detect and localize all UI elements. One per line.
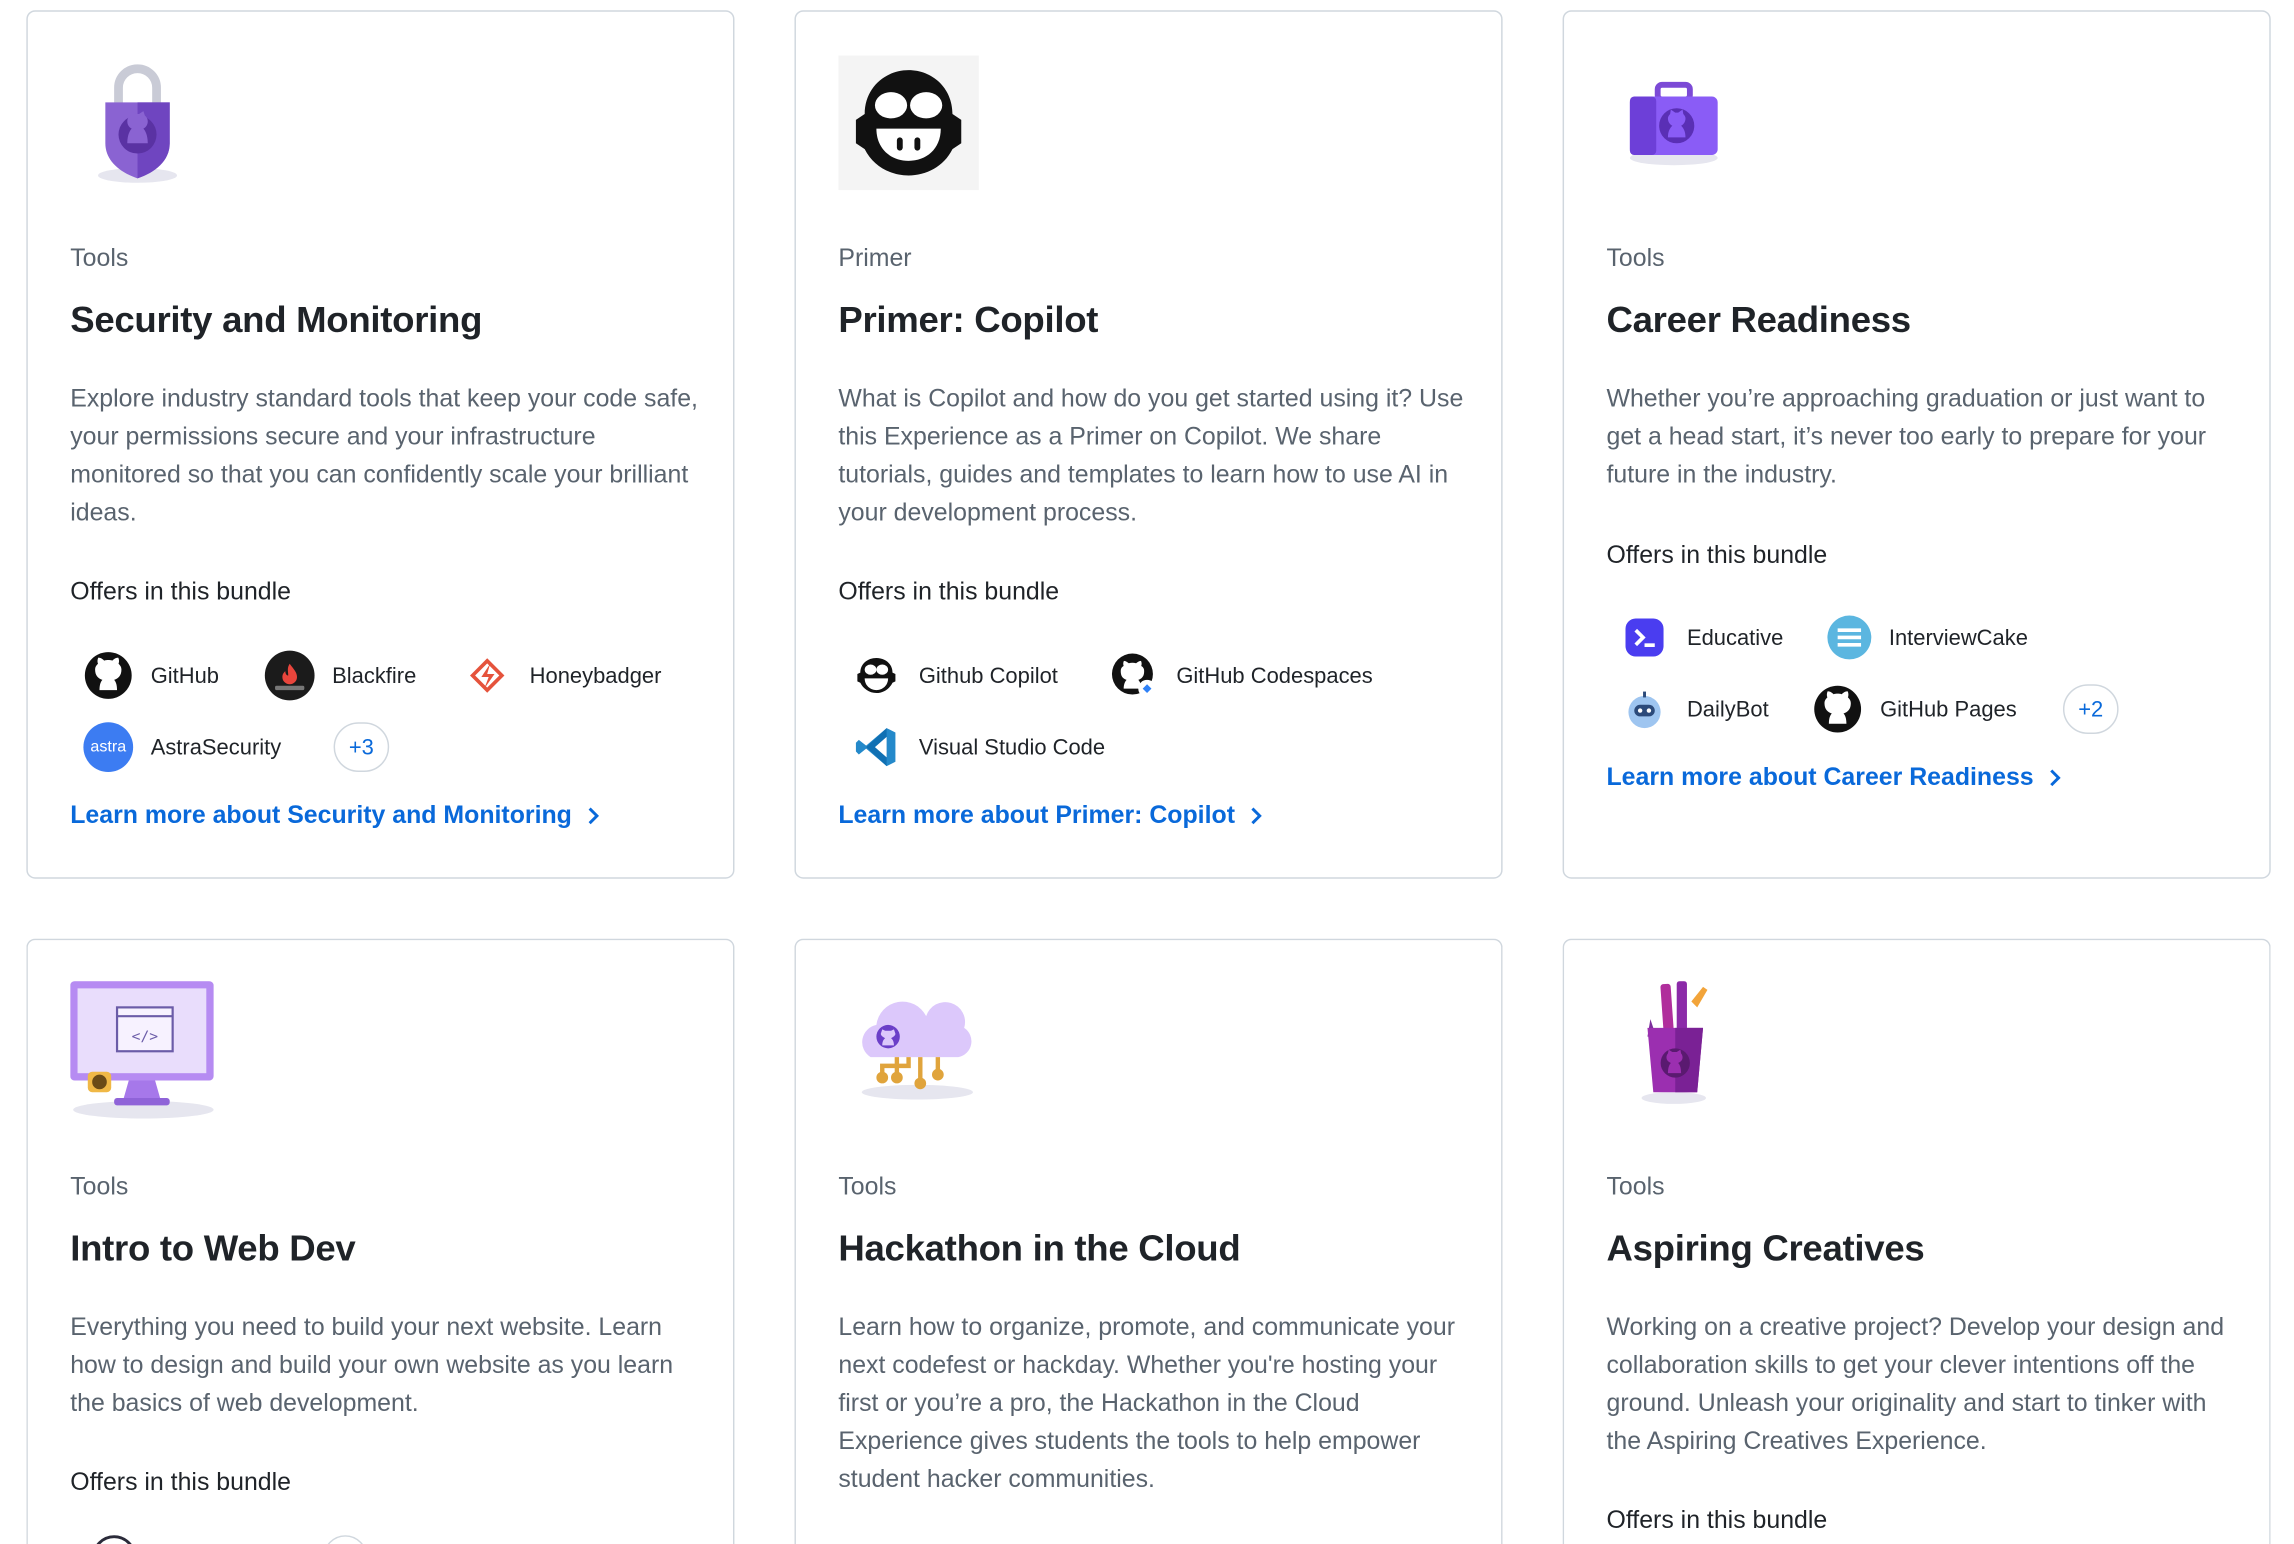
offer-name: Honeybadger bbox=[529, 663, 662, 688]
offers-label: Offers in this bundle bbox=[838, 577, 1060, 606]
dailybot-logo-icon bbox=[1620, 684, 1670, 734]
offer-github-copilot[interactable]: Github Copilot bbox=[852, 651, 1058, 701]
monitor-code-window-icon: </> bbox=[70, 981, 231, 1127]
padlock-shield-octocat-icon bbox=[70, 53, 231, 199]
bundle-card-intro-to-web-dev: </> Tools Intro to Web Dev Everything yo… bbox=[26, 938, 735, 1544]
copilot-logo-icon bbox=[852, 651, 902, 701]
github-logo-icon bbox=[83, 651, 133, 701]
bundles-grid: Tools Security and Monitoring Explore in… bbox=[0, 0, 2294, 1544]
card-description: Working on a creative project? Develop y… bbox=[1606, 1312, 2225, 1455]
card-description: Whether you’re approaching graduation or… bbox=[1606, 384, 2207, 489]
codespaces-logo-icon bbox=[1109, 651, 1159, 701]
vscode-logo-icon bbox=[852, 722, 902, 772]
interviewcake-logo-icon bbox=[1827, 615, 1872, 660]
offer-dailybot[interactable]: DailyBot bbox=[1620, 684, 1769, 734]
learn-more-label: Learn more about Primer: Copilot bbox=[838, 801, 1235, 830]
svg-text:</>: </> bbox=[132, 1028, 159, 1045]
learn-more-link[interactable]: Learn more about Primer: Copilot bbox=[838, 801, 1264, 830]
offer-interviewcake[interactable]: InterviewCake bbox=[1827, 613, 2028, 663]
chevron-right-icon bbox=[587, 806, 602, 826]
card-title: Hackathon in the Cloud bbox=[838, 1228, 1241, 1270]
card-title: Career Readiness bbox=[1606, 299, 1911, 341]
card-category: Tools bbox=[1606, 244, 1665, 272]
chevron-right-icon bbox=[1250, 806, 1265, 826]
chevron-right-icon bbox=[2048, 768, 2063, 788]
offer-astrasecurity[interactable]: astra AstraSecurity bbox=[83, 722, 281, 772]
learn-more-label: Learn more about Security and Monitoring bbox=[70, 801, 572, 830]
pencil-cup-octocat-icon bbox=[1606, 981, 1767, 1127]
offer-honeybadger[interactable]: Honeybadger bbox=[462, 651, 661, 701]
offer-logo-partial-icon bbox=[92, 1535, 137, 1544]
purple-briefcase-octocat-icon bbox=[1606, 53, 1767, 199]
honeybadger-logo-icon bbox=[462, 651, 512, 701]
offer-blackfire[interactable]: Blackfire bbox=[264, 650, 417, 701]
learn-more-label: Learn more about Career Readiness bbox=[1606, 763, 2034, 791]
learn-more-link[interactable]: Learn more about Security and Monitoring bbox=[70, 801, 601, 830]
card-category: Tools bbox=[838, 1172, 897, 1201]
offers-label: Offers in this bundle bbox=[70, 1467, 291, 1496]
offers-label: Offers in this bundle bbox=[1606, 1505, 1828, 1534]
offer-name: Educative bbox=[1686, 625, 1784, 650]
copilot-mascot-icon bbox=[838, 53, 999, 199]
card-description: Explore industry standard tools that kee… bbox=[70, 384, 698, 527]
more-offers-badge[interactable]: +3 bbox=[333, 722, 390, 772]
bundle-card-career-readiness: Tools Career Readiness Whether you’re ap… bbox=[1562, 10, 2271, 879]
offers-label: Offers in this bundle bbox=[70, 577, 291, 606]
offer-name: GitHub Pages bbox=[1880, 696, 2017, 722]
offer-github[interactable]: GitHub bbox=[83, 651, 219, 701]
card-title: Primer: Copilot bbox=[838, 299, 1099, 341]
learn-more-link[interactable]: Learn more about Career Readiness bbox=[1606, 763, 2062, 792]
github-logo-icon bbox=[1813, 684, 1863, 734]
offer-name: DailyBot bbox=[1686, 696, 1769, 722]
educative-logo-icon bbox=[1625, 618, 1664, 657]
card-description: Everything you need to build your next w… bbox=[70, 1312, 674, 1417]
card-category: Tools bbox=[1606, 1172, 1665, 1201]
more-offers-badge[interactable]: +2 bbox=[2062, 684, 2119, 734]
offer-github-codespaces[interactable]: GitHub Codespaces bbox=[1109, 651, 1373, 701]
blackfire-logo-icon bbox=[264, 650, 315, 701]
offer-name: Visual Studio Code bbox=[918, 734, 1106, 760]
offer-github-pages[interactable]: GitHub Pages bbox=[1813, 684, 2017, 734]
offer-name: GitHub bbox=[150, 663, 220, 688]
card-category: Tools bbox=[70, 1172, 129, 1201]
offer-educative[interactable]: Educative bbox=[1620, 613, 1784, 663]
card-title: Security and Monitoring bbox=[70, 299, 483, 341]
bundle-card-aspiring-creatives: Tools Aspiring Creatives Working on a cr… bbox=[1562, 938, 2271, 1544]
card-description: Learn how to organize, promote, and comm… bbox=[838, 1312, 1456, 1493]
card-title: Intro to Web Dev bbox=[70, 1228, 356, 1270]
card-description: What is Copilot and how do you get start… bbox=[838, 384, 1464, 527]
offers-label: Offers in this bundle bbox=[1606, 540, 1828, 569]
bundle-card-hackathon-in-the-cloud: Tools Hackathon in the Cloud Learn how t… bbox=[794, 938, 1503, 1544]
card-category: Primer bbox=[838, 244, 912, 272]
bundle-card-primer-copilot: Primer Primer: Copilot What is Copilot a… bbox=[794, 10, 1503, 879]
offer-visual-studio-code[interactable]: Visual Studio Code bbox=[852, 722, 1106, 772]
cloud-circuit-octocat-icon bbox=[838, 981, 999, 1127]
offer-name: InterviewCake bbox=[1888, 625, 2028, 650]
offer-name: GitHub Codespaces bbox=[1176, 663, 1373, 688]
offer-name: AstraSecurity bbox=[150, 734, 282, 760]
bundle-card-security-and-monitoring: Tools Security and Monitoring Explore in… bbox=[26, 10, 735, 879]
astra-logo-icon: astra bbox=[83, 722, 134, 772]
offer-name: Github Copilot bbox=[918, 663, 1058, 688]
card-category: Tools bbox=[70, 244, 129, 272]
offer-name: Blackfire bbox=[332, 663, 417, 688]
offer-logo-partial-icon bbox=[323, 1535, 368, 1544]
card-title: Aspiring Creatives bbox=[1606, 1228, 1925, 1270]
